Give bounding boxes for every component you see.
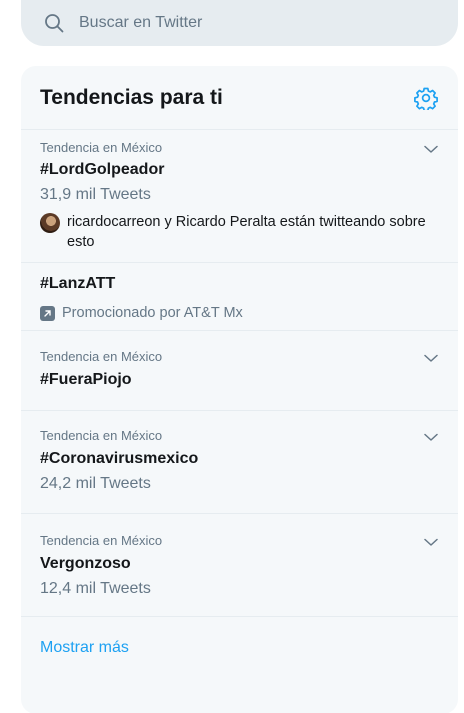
trend-context: Tendencia en México xyxy=(40,349,163,364)
trend-item[interactable]: Tendencia en México #Coronavirusmexico 2… xyxy=(21,411,458,514)
promoted-text: Promocionado por AT&T Mx xyxy=(62,305,243,321)
trend-tweet-count: 12,4 mil Tweets xyxy=(40,580,151,597)
social-context-text: ricardocarreon y Ricardo Peralta están t… xyxy=(67,214,426,250)
search-input[interactable] xyxy=(79,14,419,32)
show-more-row: Mostrar más xyxy=(21,617,458,679)
show-more-link[interactable]: Mostrar más xyxy=(40,639,129,657)
chevron-down-icon[interactable] xyxy=(422,533,440,551)
trend-name: #LordGolpeador xyxy=(40,161,165,178)
chevron-down-icon[interactable] xyxy=(422,140,440,158)
chevron-down-icon[interactable] xyxy=(422,349,440,367)
trends-panel: Tendencias para ti Tendencia en México #… xyxy=(21,66,458,713)
trend-social-context: ricardocarreon y Ricardo Peralta están t… xyxy=(40,212,440,252)
trend-name: #Coronavirusmexico xyxy=(40,450,199,467)
search-bar[interactable] xyxy=(21,0,458,46)
trend-item[interactable]: Tendencia en México #FueraPiojo xyxy=(21,331,458,411)
trend-context: Tendencia en México xyxy=(40,428,163,443)
trend-name: #LanzATT xyxy=(40,275,116,292)
trends-title: Tendencias para ti xyxy=(40,85,223,109)
promoted-label: Promocionado por AT&T Mx xyxy=(40,305,243,321)
trend-tweet-count: 24,2 mil Tweets xyxy=(40,475,151,492)
gear-icon[interactable] xyxy=(413,85,439,111)
avatar xyxy=(40,213,60,233)
trend-item[interactable]: Tendencia en México #LordGolpeador 31,9 … xyxy=(21,130,458,263)
trend-name: #FueraPiojo xyxy=(40,371,132,388)
trend-item-promoted[interactable]: #LanzATT Promocionado por AT&T Mx xyxy=(21,263,458,331)
promoted-icon xyxy=(40,305,55,321)
search-icon xyxy=(43,12,65,34)
chevron-down-icon[interactable] xyxy=(422,428,440,446)
trend-name: Vergonzoso xyxy=(40,555,131,572)
trend-context: Tendencia en México xyxy=(40,533,163,548)
trend-tweet-count: 31,9 mil Tweets xyxy=(40,186,151,203)
trend-context: Tendencia en México xyxy=(40,140,163,155)
trends-header: Tendencias para ti xyxy=(21,66,458,130)
trend-item[interactable]: Tendencia en México Vergonzoso 12,4 mil … xyxy=(21,514,458,617)
